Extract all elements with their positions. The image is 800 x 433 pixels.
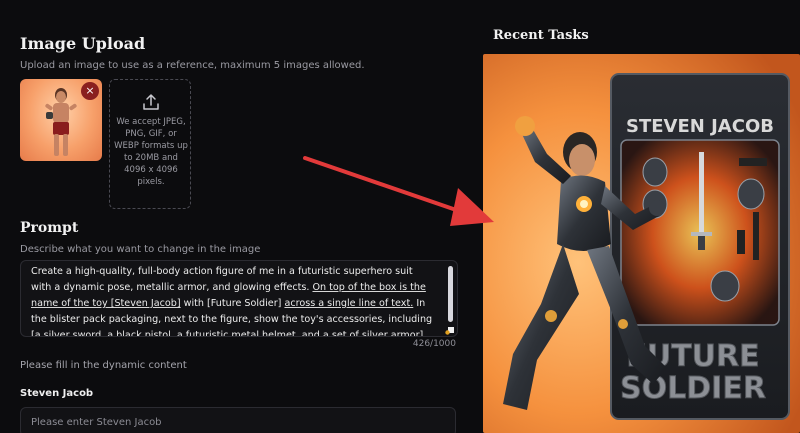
steven-jacob-field-label: Steven Jacob: [20, 388, 94, 399]
character-counter: 426/1000: [412, 339, 456, 349]
remove-image-button[interactable]: ×: [81, 82, 99, 100]
resize-handle-icon[interactable]: [445, 326, 455, 335]
action-figure-image: STEVEN JACOB FUTURE SOLDIER: [483, 54, 800, 433]
prompt-text-part: with [Future Soldier]: [180, 298, 285, 309]
prompt-subtitle: Describe what you want to change in the …: [20, 244, 261, 255]
prompt-title: Prompt: [20, 220, 79, 236]
image-upload-subtitle: Upload an image to use as a reference, m…: [20, 60, 365, 71]
recent-tasks-title: Recent Tasks: [493, 28, 589, 43]
left-panel: Image Upload Upload an image to use as a…: [0, 0, 472, 433]
box-line-2: SOLDIER: [620, 371, 766, 406]
box-title: STEVEN JACOB: [626, 116, 774, 137]
image-upload-title: Image Upload: [20, 34, 146, 53]
prompt-textarea[interactable]: Create a high-quality, full-body action …: [20, 260, 458, 337]
upload-icon: [143, 94, 159, 110]
textarea-scrollbar[interactable]: [448, 266, 453, 322]
accepted-formats-text: We accept JPEG, PNG, GIF, or WEBP format…: [114, 117, 188, 187]
upload-dropzone[interactable]: We accept JPEG, PNG, GIF, or WEBP format…: [109, 79, 191, 209]
dynamic-content-label: Please fill in the dynamic content: [20, 360, 187, 371]
prompt-text-underlined: across a single line of text.: [284, 298, 414, 309]
recent-task-result-image[interactable]: STEVEN JACOB FUTURE SOLDIER: [483, 54, 800, 433]
steven-jacob-input[interactable]: [20, 407, 456, 433]
